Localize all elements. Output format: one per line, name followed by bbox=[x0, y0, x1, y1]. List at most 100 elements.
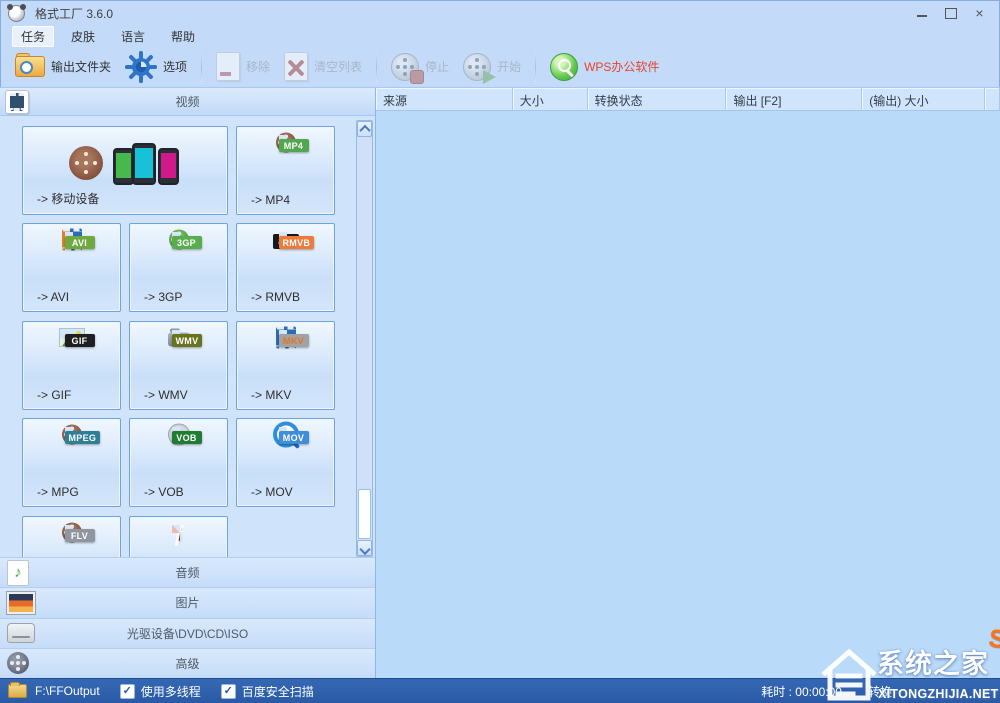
close-button[interactable]: × bbox=[965, 2, 994, 24]
mov-quicktime-icon: MOV bbox=[285, 428, 287, 442]
file-page-shape: 3GP bbox=[178, 232, 180, 248]
picture-icon bbox=[7, 592, 35, 614]
file-page-shape: GIF bbox=[71, 330, 73, 346]
format-badge: WMV bbox=[172, 334, 203, 347]
checkbox-icon[interactable]: ✓ bbox=[120, 684, 135, 699]
toolbar-button-start: 开始 bbox=[456, 50, 528, 84]
format-tile-wmv[interactable]: WMV-> WMV bbox=[129, 321, 228, 410]
tile-scrollbar[interactable] bbox=[356, 120, 373, 557]
category-picture[interactable]: 图片 bbox=[0, 587, 375, 617]
wmv-file-icon: WMV bbox=[178, 331, 180, 345]
conversion-text: 转换 bbox=[868, 683, 892, 700]
scrollbar-thumb[interactable] bbox=[358, 489, 371, 539]
toolbar-button-output-folder[interactable]: 输出文件夹 bbox=[8, 53, 118, 80]
format-tile-label: -> 移动设备 bbox=[37, 190, 99, 207]
close-icon: × bbox=[975, 6, 983, 20]
category-audio[interactable]: ♪音频 bbox=[0, 557, 375, 587]
category-label: 音频 bbox=[0, 564, 375, 581]
task-list-body[interactable] bbox=[376, 110, 1000, 678]
avi-file-icon: AVI bbox=[71, 233, 73, 247]
vob-file-icon: VOB bbox=[178, 428, 180, 442]
format-badge: RMVB bbox=[279, 236, 315, 249]
toolbar-button-label: 停止 bbox=[425, 58, 449, 75]
column-header-4[interactable]: (输出) 大小 bbox=[862, 88, 985, 110]
maximize-button[interactable] bbox=[936, 2, 965, 24]
minimize-icon bbox=[917, 15, 927, 17]
section-header-video[interactable]: 视频 bbox=[0, 88, 375, 116]
column-header-3[interactable]: 输出 [F2] bbox=[726, 88, 862, 110]
checkbox-icon[interactable]: ✓ bbox=[221, 684, 236, 699]
column-header-2[interactable]: 转换状态 bbox=[588, 88, 727, 110]
checkbox-label: 百度安全扫描 bbox=[242, 683, 314, 700]
scroll-up-button[interactable] bbox=[357, 121, 372, 137]
minimize-button[interactable] bbox=[907, 2, 936, 24]
toolbar-button-wps[interactable]: WPS办公软件 bbox=[543, 50, 666, 84]
format-tile-label: -> AVI bbox=[37, 290, 69, 304]
format-badge: MP4 bbox=[279, 139, 309, 152]
file-page-shape: f bbox=[178, 525, 180, 541]
format-tile-gif[interactable]: GIF -> GIF bbox=[22, 321, 121, 410]
column-header-0[interactable]: 来源 bbox=[376, 88, 513, 110]
statusbar-checkbox-1[interactable]: ✓ 百度安全扫描 bbox=[221, 683, 314, 700]
wps-icon bbox=[550, 53, 578, 81]
clear-list-icon bbox=[284, 52, 308, 81]
format-badge: FLV bbox=[65, 529, 95, 542]
swf-flash-icon: f bbox=[178, 526, 180, 540]
output-folder-mini-icon bbox=[8, 684, 27, 698]
menu-item-task[interactable]: 任务 bbox=[12, 26, 54, 47]
format-tile-label: -> GIF bbox=[37, 388, 71, 402]
toolbar-button-label: 清空列表 bbox=[314, 58, 362, 75]
format-tile-label: -> 3GP bbox=[144, 290, 182, 304]
format-tile-mov[interactable]: MOV -> MOV bbox=[236, 418, 335, 507]
checkbox-label: 使用多线程 bbox=[141, 683, 201, 700]
format-badge: GIF bbox=[65, 334, 95, 347]
stop-icon bbox=[391, 53, 419, 81]
statusbar-checkboxes: ✓ 使用多线程 ✓ 百度安全扫描 bbox=[100, 683, 314, 700]
format-tile-area: -> 移动设备 MP4-> MP4 AVI -> AVI 3GP -> 3GP RMVBre… bbox=[0, 116, 375, 557]
format-glyph: f bbox=[175, 523, 182, 545]
format-tile-mpg[interactable]: MPEG -> MPG bbox=[22, 418, 121, 507]
mkv-file-icon: MKV bbox=[285, 331, 287, 345]
disc-drive-icon bbox=[7, 623, 35, 643]
format-tile-3gp[interactable]: 3GP -> 3GP bbox=[129, 223, 228, 312]
format-tile-mobile[interactable]: -> 移动设备 bbox=[22, 126, 228, 215]
video-section-icon bbox=[5, 90, 29, 114]
output-path[interactable]: F:\FFOutput bbox=[35, 684, 100, 698]
toolbar-button-options[interactable]: 选项 bbox=[118, 48, 194, 86]
toolbar-button-label: WPS办公软件 bbox=[584, 58, 659, 75]
flv-file-icon: FLV bbox=[71, 526, 73, 540]
file-page-shape: MP4 bbox=[285, 135, 287, 151]
maximize-icon bbox=[945, 8, 957, 19]
format-tile-mkv[interactable]: MKV-> MKV bbox=[236, 321, 335, 410]
menu-item-help[interactable]: 帮助 bbox=[162, 26, 204, 47]
menu-bar: 任务皮肤语言帮助 bbox=[0, 26, 1000, 46]
toolbar-button-label: 开始 bbox=[497, 58, 521, 75]
format-tile-swf[interactable]: f bbox=[129, 516, 228, 557]
menu-item-language[interactable]: 语言 bbox=[112, 26, 154, 47]
category-disc[interactable]: 光驱设备\DVD\CD\ISO bbox=[0, 618, 375, 648]
format-tile-label: -> MOV bbox=[251, 485, 293, 499]
app-logo-icon bbox=[8, 5, 25, 22]
mobile-devices-icon bbox=[69, 136, 181, 194]
format-badge: MPEG bbox=[65, 431, 101, 444]
format-tile-label: -> MPG bbox=[37, 485, 79, 499]
scroll-down-button[interactable] bbox=[357, 540, 372, 556]
format-tile-avi[interactable]: AVI -> AVI bbox=[22, 223, 121, 312]
options-gear-icon bbox=[125, 51, 157, 83]
format-tile-flv[interactable]: FLV bbox=[22, 516, 121, 557]
format-tile-rmvb[interactable]: RMVBreal-> RMVB bbox=[236, 223, 335, 312]
file-page-shape: MPEG bbox=[71, 427, 73, 443]
file-page-shape: RMVBreal bbox=[285, 232, 287, 248]
category-label: 图片 bbox=[0, 594, 375, 611]
title-bar: 格式工厂 3.6.0 × bbox=[0, 0, 1000, 26]
category-advanced[interactable]: 高级 bbox=[0, 648, 375, 678]
statusbar-checkbox-0[interactable]: ✓ 使用多线程 bbox=[120, 683, 201, 700]
mpeg-file-icon: MPEG bbox=[71, 428, 73, 442]
output-folder-icon bbox=[15, 56, 45, 77]
format-tile-vob[interactable]: VOB-> VOB bbox=[129, 418, 228, 507]
format-tile-mp4[interactable]: MP4-> MP4 bbox=[236, 126, 335, 215]
toolbar-separator bbox=[201, 52, 202, 82]
menu-item-skin[interactable]: 皮肤 bbox=[62, 26, 104, 47]
3gp-file-icon: 3GP bbox=[178, 233, 180, 247]
column-header-1[interactable]: 大小 bbox=[513, 88, 588, 110]
